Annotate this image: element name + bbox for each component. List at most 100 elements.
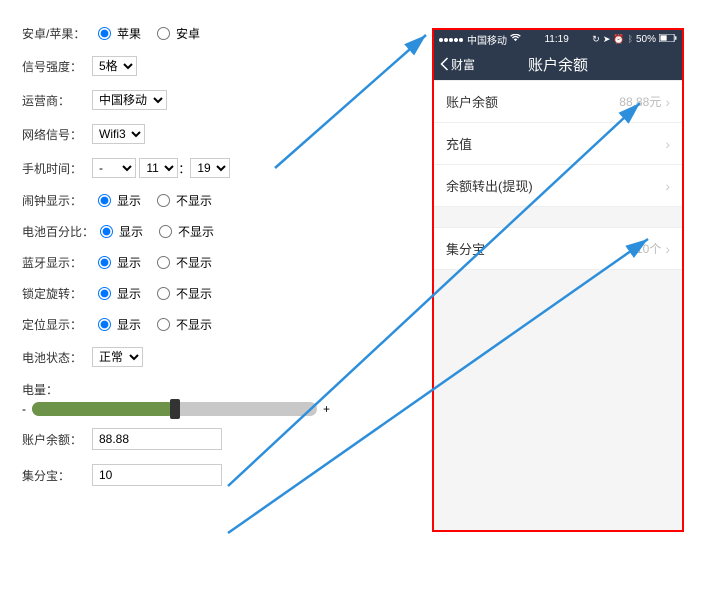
radio-apple-label: 苹果 <box>117 25 141 42</box>
row-alarm: 闹钟显示： 显示 不显示 <box>22 192 410 209</box>
row-lock: 锁定旋转： 显示 不显示 <box>22 285 410 302</box>
radio-loc-show[interactable] <box>98 318 111 331</box>
radio-lock-hide-label: 不显示 <box>176 285 212 302</box>
battery-icon <box>659 34 677 45</box>
label-battery-state: 电池状态： <box>22 349 92 366</box>
radio-bpct-show-label: 显示 <box>119 223 143 240</box>
radio-bt-hide-label: 不显示 <box>176 254 212 271</box>
row-signal: 信号强度： 5格 <box>22 56 410 76</box>
radio-loc-show-label: 显示 <box>117 316 141 333</box>
radio-apple[interactable] <box>98 27 111 40</box>
radio-bpct-hide-label: 不显示 <box>178 223 214 240</box>
row-time: 手机时间： - 11 ： 19 <box>22 158 410 178</box>
back-button[interactable]: 财富 <box>440 56 475 73</box>
lock-rotation-icon: ↻ <box>592 34 600 45</box>
list-item-jifenbao[interactable]: 集分宝 10个› <box>434 228 682 269</box>
row-location: 定位显示： 显示 不显示 <box>22 316 410 333</box>
select-signal[interactable]: 5格 <box>92 56 137 76</box>
row-jifenbao: 集分宝： <box>22 464 410 486</box>
item-label: 集分宝 <box>446 239 485 258</box>
label-balance: 账户余额： <box>22 431 92 448</box>
row-battery-state: 电池状态： 正常 <box>22 347 410 367</box>
location-icon: ➤ <box>603 34 611 45</box>
chevron-right-icon: › <box>665 94 670 110</box>
select-time-mode[interactable]: - <box>92 158 136 178</box>
label-alarm: 闹钟显示： <box>22 192 92 209</box>
radio-alarm-show[interactable] <box>98 194 111 207</box>
status-bar: 中国移动 11:19 ↻ ➤ ⏰ ᛒ 50% <box>434 30 682 48</box>
label-signal: 信号强度： <box>22 58 92 75</box>
radio-lock-hide[interactable] <box>157 287 170 300</box>
chevron-left-icon <box>440 57 449 71</box>
list-item-withdraw[interactable]: 余额转出(提现) › <box>434 165 682 206</box>
row-platform: 安卓/苹果： 苹果 安卓 <box>22 25 410 42</box>
list-group-1: 账户余额 88.88元› 充值 › 余额转出(提现) › <box>434 80 682 207</box>
list-item-recharge[interactable]: 充值 › <box>434 123 682 165</box>
item-label: 充值 <box>446 134 472 153</box>
list-gap <box>434 207 682 227</box>
radio-bt-show[interactable] <box>98 256 111 269</box>
row-bluetooth: 蓝牙显示： 显示 不显示 <box>22 254 410 271</box>
slider-plus: + <box>323 402 330 416</box>
select-hour[interactable]: 11 <box>139 158 178 178</box>
radio-android-label: 安卓 <box>176 25 200 42</box>
phone-preview: 中国移动 11:19 ↻ ➤ ⏰ ᛒ 50% 财富 账户余额 账户余额 88 <box>432 28 684 532</box>
label-battery-pct: 电池百分比： <box>22 223 94 240</box>
select-minute[interactable]: 19 <box>190 158 230 178</box>
radio-bpct-show[interactable] <box>100 225 113 238</box>
signal-dots-icon <box>439 34 464 45</box>
label-platform: 安卓/苹果： <box>22 25 92 42</box>
list-group-2: 集分宝 10个› <box>434 227 682 270</box>
label-time: 手机时间： <box>22 160 92 177</box>
row-power-label: 电量： <box>22 381 410 398</box>
chevron-right-icon: › <box>665 178 670 194</box>
alarm-icon: ⏰ <box>613 34 624 45</box>
row-power-slider: - + <box>22 402 410 416</box>
label-location: 定位显示： <box>22 316 92 333</box>
select-carrier[interactable]: 中国移动 <box>92 90 167 110</box>
slider-minus: - <box>22 402 26 416</box>
row-carrier: 运营商： 中国移动 <box>22 90 410 110</box>
wifi-icon <box>510 34 521 45</box>
slider-handle[interactable] <box>170 399 180 419</box>
slider-fill <box>32 402 175 416</box>
chevron-right-icon: › <box>665 241 670 257</box>
status-battery-text: 50% <box>636 34 656 45</box>
status-carrier: 中国移动 <box>467 32 507 47</box>
status-time: 11:19 <box>544 34 568 45</box>
radio-lock-show[interactable] <box>98 287 111 300</box>
chevron-right-icon: › <box>665 136 670 152</box>
radio-lock-show-label: 显示 <box>117 285 141 302</box>
select-battery-state[interactable]: 正常 <box>92 347 143 367</box>
list-item-balance[interactable]: 账户余额 88.88元› <box>434 81 682 123</box>
row-balance: 账户余额： <box>22 428 410 450</box>
back-label: 财富 <box>451 56 475 73</box>
label-lock: 锁定旋转： <box>22 285 92 302</box>
input-balance[interactable] <box>92 428 222 450</box>
row-battery-pct: 电池百分比： 显示 不显示 <box>22 223 410 240</box>
radio-loc-hide-label: 不显示 <box>176 316 212 333</box>
input-jifenbao[interactable] <box>92 464 222 486</box>
item-value: 10个 <box>636 240 661 257</box>
radio-alarm-show-label: 显示 <box>117 192 141 209</box>
radio-bpct-hide[interactable] <box>159 225 172 238</box>
item-label: 余额转出(提现) <box>446 176 533 195</box>
radio-alarm-hide-label: 不显示 <box>176 192 212 209</box>
label-network: 网络信号： <box>22 126 92 143</box>
label-carrier: 运营商： <box>22 92 92 109</box>
bluetooth-icon: ᛒ <box>628 34 633 44</box>
nav-bar: 财富 账户余额 <box>434 48 682 80</box>
power-slider[interactable] <box>32 402 317 416</box>
radio-loc-hide[interactable] <box>157 318 170 331</box>
row-network: 网络信号： Wifi3 <box>22 124 410 144</box>
radio-bt-hide[interactable] <box>157 256 170 269</box>
radio-bt-show-label: 显示 <box>117 254 141 271</box>
label-jifenbao: 集分宝： <box>22 467 92 484</box>
item-label: 账户余额 <box>446 92 498 111</box>
radio-alarm-hide[interactable] <box>157 194 170 207</box>
form-panel: 安卓/苹果： 苹果 安卓 信号强度： 5格 运营商： 中国移动 网络信号： Wi… <box>0 0 410 486</box>
select-network[interactable]: Wifi3 <box>92 124 145 144</box>
label-power: 电量： <box>22 381 92 398</box>
time-sep: ： <box>178 160 190 177</box>
radio-android[interactable] <box>157 27 170 40</box>
